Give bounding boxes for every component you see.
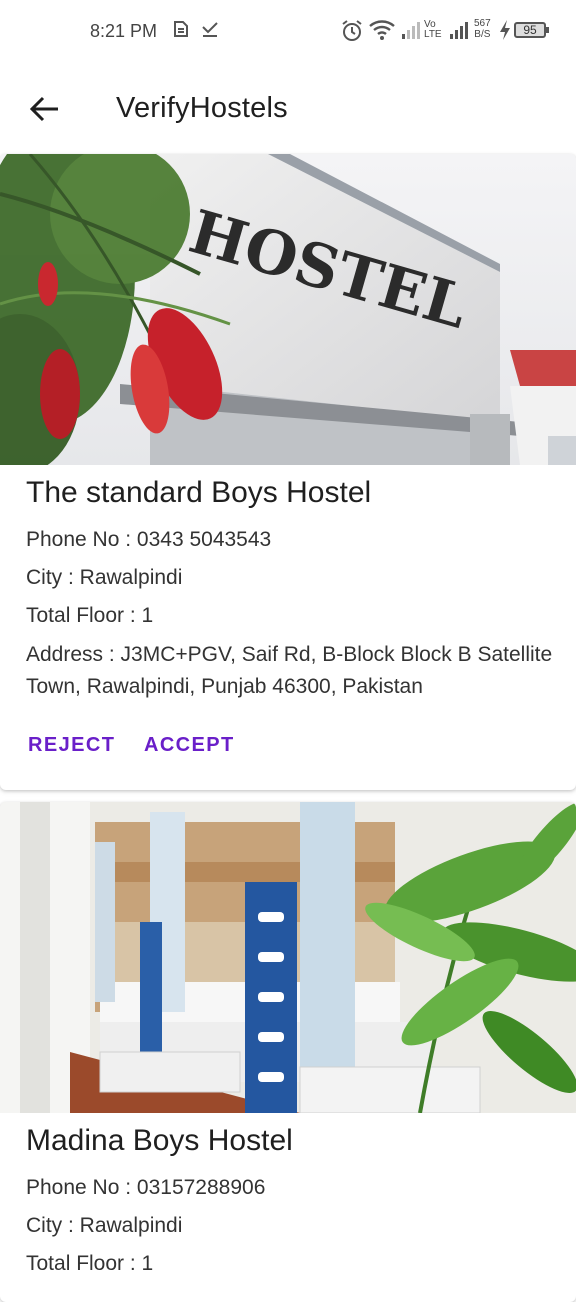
hostel-name: Madina Boys Hostel [26, 1124, 293, 1157]
hostel-image [0, 802, 576, 1113]
hostel-city: City : Rawalpindi [26, 1214, 183, 1237]
volte-indicator: Vo LTE [424, 20, 442, 40]
battery-icon: 95 [514, 22, 549, 38]
hostel-name: The standard Boys Hostel [26, 476, 372, 509]
wifi-icon [369, 20, 395, 40]
reject-button[interactable]: REJECT [28, 734, 115, 757]
hostel-phone: Phone No : 03157288906 [26, 1176, 266, 1199]
hostel-card[interactable]: Madina Boys Hostel Phone No : 0315728890… [0, 802, 576, 1302]
accept-button[interactable]: ACCEPT [144, 734, 235, 757]
signal-strong-icon [450, 22, 468, 39]
signal-weak-icon [402, 22, 420, 39]
hostel-card[interactable]: HOSTEL The standard Boys Hostel Phone No… [0, 154, 576, 790]
back-arrow-icon[interactable] [28, 94, 62, 124]
network-speed-value: 567 [474, 18, 491, 29]
hostel-city: City : Rawalpindi [26, 566, 183, 589]
alarm-icon [342, 20, 362, 41]
hostel-floors: Total Floor : 1 [26, 1252, 154, 1275]
hostel-floors: Total Floor : 1 [26, 604, 154, 627]
hostel-phone: Phone No : 0343 5043543 [26, 528, 272, 551]
sim-card-icon [174, 21, 188, 37]
charging-bolt-icon [500, 20, 510, 40]
app-bar: VerifyHostels [0, 64, 576, 154]
hostel-address: Address : J3MC+PGV, Saif Rd, B-Block Blo… [26, 643, 553, 698]
hostel-image: HOSTEL [0, 154, 576, 465]
status-bar: 8:21 PM Vo LTE 567 B/S 95 [0, 0, 576, 64]
download-done-icon [202, 22, 218, 37]
network-speed-unit: B/S [474, 29, 491, 40]
status-time: 8:21 PM [90, 21, 158, 41]
volte-bottom-text: LTE [424, 29, 442, 40]
page-title: VerifyHostels [116, 92, 288, 124]
network-speed: 567 B/S [474, 18, 491, 40]
